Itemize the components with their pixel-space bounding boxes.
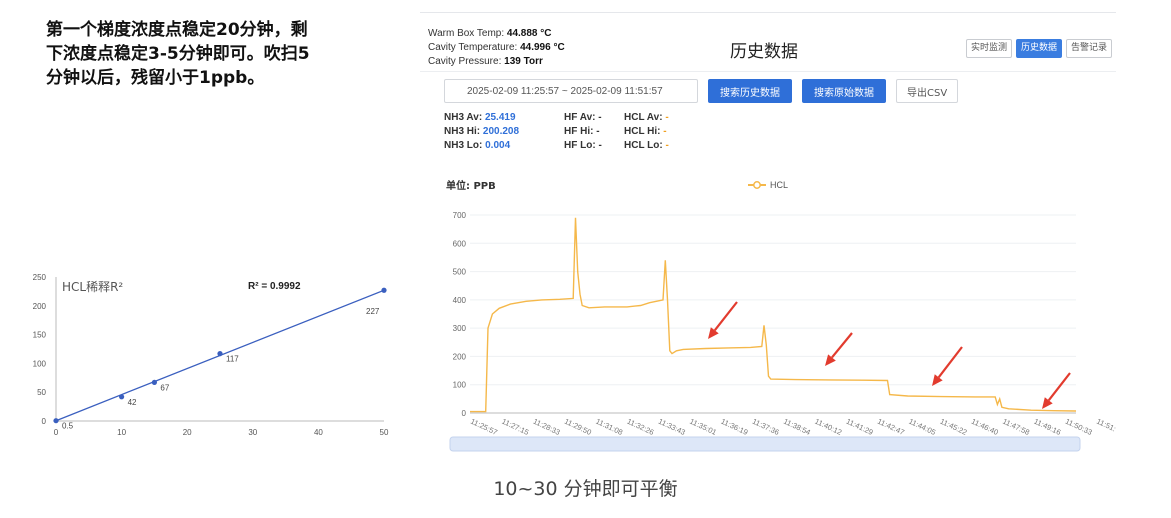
cavity-temperature: Cavity Temperature: 44.996 °C: [428, 42, 565, 53]
y-tick-label: 200: [33, 302, 47, 311]
data-label: 227: [366, 307, 380, 316]
calibration-chart: 0 50 100 150 200 250 0 10 20 30 40 50 HCL稀释R² R² = 0.…: [33, 273, 389, 437]
x-tick-label: 10: [117, 428, 126, 437]
tab-alarms[interactable]: 告警记录: [1065, 39, 1112, 58]
y-tick-label: 250: [33, 273, 47, 282]
warm-box-temp: Warm Box Temp: 44.888 °C: [428, 28, 552, 39]
annotation-text: 第一个梯度浓度点稳定20分钟，剩 下浓度点稳定3-5分钟即可。吹扫5 分钟以后，…: [46, 18, 376, 90]
y-tick-label: 200: [453, 352, 467, 361]
caption: 10~30 分钟即可平衡: [493, 478, 678, 500]
x-tick-label: 0: [54, 428, 59, 437]
date-range-picker[interactable]: 2025-02-09 11:25:57 ~ 2025-02-09 11:51:5…: [444, 79, 698, 103]
page-title: 历史数据: [730, 42, 798, 62]
x-tick-label: 40: [314, 428, 323, 437]
legend: HCL: [748, 180, 788, 190]
legend-marker: [753, 181, 761, 189]
x-tick-label: 11:46:40: [970, 417, 1000, 437]
y-tick-label: 50: [37, 388, 46, 397]
annotation-arrow-shaft: [713, 301, 738, 332]
query-controls: 2025-02-09 11:25:57 ~ 2025-02-09 11:51:5…: [444, 79, 959, 103]
stats-row-hi: NH3 Hi: 200.208 HF Hi: - HCL Hi: -: [444, 126, 667, 137]
search-history-button[interactable]: 搜索历史数据: [708, 79, 792, 103]
data-label: 117: [226, 355, 239, 364]
annotation-line-3: 分钟以后，残留小于1ppb。: [46, 68, 265, 88]
x-tick-label: 11:50:33: [1064, 417, 1094, 437]
x-tick-label: 11:47:58: [1001, 417, 1031, 437]
y-tick-label: 100: [453, 381, 467, 390]
x-tick-label: 11:27:15: [500, 417, 530, 437]
y-tick-label: 700: [453, 211, 467, 220]
x-tick-label: 11:32:26: [626, 417, 656, 437]
y-tick-label: 300: [453, 324, 467, 333]
nh3-hi-value: 200.208: [482, 126, 520, 137]
x-tick-label: 11:41:29: [845, 417, 875, 437]
y-tick-label: 600: [453, 239, 467, 248]
zoom-slider: [449, 436, 1081, 452]
history-panel: Warm Box Temp: 44.888 °C Cavity Temperat…: [420, 12, 1116, 454]
nh3-av-value: 25.419: [484, 112, 516, 123]
x-tick-label: 11:33:43: [657, 417, 687, 437]
data-point: [151, 379, 157, 386]
annotation-arrow-shaft: [1047, 372, 1071, 401]
search-raw-button[interactable]: 搜索原始数据: [802, 79, 886, 103]
x-tick-label: 11:51:: [1095, 417, 1116, 434]
data-point: [53, 418, 59, 424]
slide: 第一个梯度浓度点稳定20分钟，剩 下浓度点稳定3-5分钟即可。吹扫5 分钟以后，…: [0, 0, 1171, 518]
hcl-history-chart: 单位: PPB HCL 0 100 200 300 400 500 600 700 11:25:57…: [446, 179, 1116, 452]
x-tick-label: 20: [183, 428, 192, 437]
x-tick-label: 11:29:50: [563, 417, 593, 437]
x-tick-label: 50: [380, 428, 389, 437]
annotation-arrow-shaft: [831, 332, 853, 359]
data-point: [381, 287, 387, 293]
x-tick-label: 11:28:33: [532, 417, 562, 437]
data-point: [217, 351, 223, 357]
y-tick-label: 0: [462, 409, 467, 418]
unit-label: 单位: PPB: [446, 179, 496, 192]
r2-label: R² = 0.9992: [248, 281, 301, 292]
cavity-pressure: Cavity Pressure: 139 Torr: [428, 56, 543, 67]
y-tick-label: 150: [33, 331, 47, 340]
tab-history[interactable]: 历史数据: [1015, 39, 1062, 58]
view-tabs: 实时监测 历史数据 告警记录: [965, 39, 1112, 58]
x-tick-label: 11:40:12: [813, 417, 843, 437]
x-tick-label: 11:44:05: [907, 417, 937, 437]
chart-title: HCL稀释R²: [62, 280, 123, 294]
y-tick-label: 500: [453, 268, 467, 277]
header-divider: [420, 71, 1116, 72]
x-tick-label: 30: [248, 428, 257, 437]
data-point: [119, 394, 125, 400]
x-tick-label: 11:36:19: [720, 417, 750, 437]
x-tick-label: 11:35:01: [688, 417, 718, 437]
gas-statistics: NH3 Av: 25.419 HF Av: - HCL Av: - NH3 Hi…: [444, 111, 669, 153]
y-tick-label: 0: [42, 417, 47, 426]
x-tick-label: 11:49:16: [1033, 417, 1063, 437]
x-tick-label: 11:25:57: [469, 417, 499, 437]
annotation-arrow-shaft: [937, 346, 963, 378]
x-tick-label: 11:31:08: [594, 417, 624, 437]
annotation-line-1: 第一个梯度浓度点稳定20分钟，剩: [46, 20, 308, 40]
x-tick-label: 11:37:36: [751, 417, 781, 437]
annotation-line-2: 下浓度点稳定3-5分钟即可。吹扫5: [46, 44, 310, 64]
data-label: 0.5: [62, 422, 74, 431]
legend-label: HCL: [770, 180, 788, 190]
hcl-series-line: [470, 217, 1077, 413]
data-label: 42: [128, 398, 137, 407]
nh3-lo-value: 0.004: [485, 140, 511, 151]
tab-realtime[interactable]: 实时监测: [965, 39, 1012, 58]
stats-row-av: NH3 Av: 25.419 HF Av: - HCL Av: -: [444, 112, 669, 123]
export-csv-button[interactable]: 导出CSV: [896, 79, 959, 103]
instrument-status: Warm Box Temp: 44.888 °C Cavity Temperat…: [428, 27, 565, 69]
x-tick-label: 11:38:54: [782, 417, 812, 437]
x-tick-label: 11:42:47: [876, 417, 906, 437]
y-tick-label: 100: [33, 359, 47, 368]
x-tick-label: 11:45:22: [939, 417, 969, 437]
data-label: 67: [160, 383, 169, 392]
y-tick-label: 400: [453, 296, 467, 305]
stats-row-lo: NH3 Lo: 0.004 HF Lo: - HCL Lo: -: [444, 140, 669, 151]
